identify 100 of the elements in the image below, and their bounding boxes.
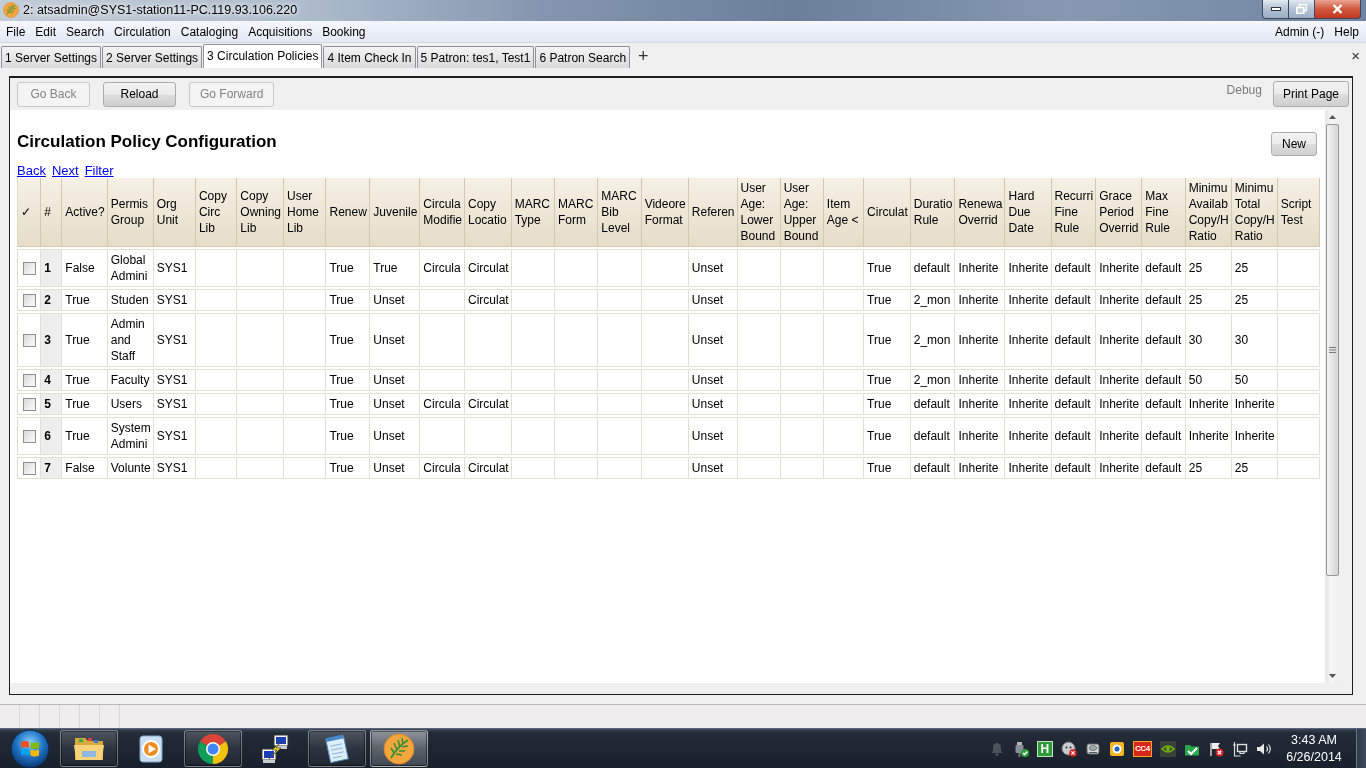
- column-header: Renewa Overrid: [955, 178, 1006, 247]
- row-number: 4: [41, 369, 63, 391]
- table-cell: Inherite: [955, 369, 1006, 391]
- caret-up-icon[interactable]: [1329, 115, 1336, 119]
- row-checkbox[interactable]: [23, 373, 36, 387]
- column-header: Copy Locatio: [465, 178, 512, 247]
- table-cell: Unset: [688, 457, 738, 479]
- restore-button[interactable]: [1289, 0, 1315, 19]
- column-header: MARC Form: [555, 178, 599, 247]
- orb-logo-icon: [10, 728, 50, 768]
- minimize-button[interactable]: [1262, 0, 1289, 19]
- column-header: MARC Bib Level: [598, 178, 642, 247]
- table-cell: default: [1142, 457, 1186, 479]
- column-header: ✓: [17, 178, 42, 247]
- table-cell: Inherite: [955, 457, 1006, 479]
- clock-time: 3:43 AM: [1291, 731, 1337, 749]
- row-checkbox[interactable]: [23, 429, 36, 443]
- table-cell: True: [864, 417, 911, 455]
- menu-item[interactable]: Edit: [30, 22, 62, 41]
- tab[interactable]: 3 Circulation Policies: [203, 44, 323, 68]
- nav-link[interactable]: Back: [17, 163, 46, 178]
- tab[interactable]: 4 Item Check In: [323, 46, 416, 68]
- table-cell: Faculty: [107, 369, 154, 391]
- eye-logo-icon[interactable]: [1160, 740, 1176, 757]
- menu-item[interactable]: Booking: [317, 22, 371, 41]
- table-cell: SYS1: [153, 393, 196, 415]
- clock-date: 6/26/2014: [1286, 748, 1342, 766]
- table-cell: Unset: [688, 393, 738, 415]
- column-header: Org Unit: [153, 178, 196, 247]
- column-header: Juvenile: [370, 178, 421, 247]
- table-cell: True: [864, 249, 911, 287]
- table-cell: True: [62, 289, 108, 311]
- new-tab-button[interactable]: +: [636, 46, 651, 65]
- circle-tile-icon[interactable]: [1108, 740, 1125, 757]
- table-cell: 25: [1185, 289, 1232, 311]
- table-cell: default: [1142, 249, 1186, 287]
- row-checkbox[interactable]: [23, 261, 36, 275]
- app-badge[interactable]: CC4: [1132, 740, 1152, 757]
- menu-item[interactable]: Admin (-): [1269, 22, 1330, 41]
- table-cell: Inherite: [1096, 249, 1143, 287]
- row-number: 3: [41, 313, 63, 367]
- tab[interactable]: 5 Patron: tes1, Test1: [416, 46, 535, 68]
- scrollbar-thumb[interactable]: [1326, 124, 1339, 576]
- table-cell: Inherite: [1096, 369, 1143, 391]
- tab[interactable]: 2 Server Settings: [102, 46, 203, 68]
- vertical-scrollbar[interactable]: [1325, 110, 1340, 683]
- row-checkbox[interactable]: [23, 293, 36, 307]
- table-cell: Inherite: [1005, 457, 1052, 479]
- table-cell: Inherite: [1005, 369, 1052, 391]
- nav-link[interactable]: Next: [51, 163, 79, 178]
- row-checkbox[interactable]: [23, 461, 36, 475]
- taskbar-button[interactable]: [370, 730, 428, 767]
- toolbar-button[interactable]: Reload: [103, 81, 176, 107]
- table-cell: default: [1051, 249, 1097, 287]
- new-button[interactable]: New: [1271, 132, 1317, 156]
- table-cell: Unset: [370, 393, 421, 415]
- flag-x-icon[interactable]: [1208, 740, 1224, 757]
- table-cell: True: [62, 417, 108, 455]
- table-cell: True: [62, 313, 108, 367]
- column-header: MARC Type: [511, 178, 555, 247]
- taskbar-button[interactable]: [184, 730, 242, 767]
- close-tab-button[interactable]: ×: [1350, 48, 1361, 63]
- menu-item[interactable]: Acquisitions: [243, 22, 318, 41]
- face-x-icon[interactable]: [1060, 740, 1077, 757]
- table-cell: 50: [1185, 369, 1232, 391]
- tab[interactable]: 1 Server Settings: [1, 46, 102, 68]
- column-header: Referen: [688, 178, 738, 247]
- table-cell: SYS1: [153, 417, 196, 455]
- menu-item[interactable]: Circulation: [109, 22, 176, 41]
- row-number: 2: [41, 289, 63, 311]
- app-badge[interactable]: H: [1036, 740, 1053, 757]
- table-cell: True: [326, 249, 371, 287]
- minimize-icon: [1270, 7, 1281, 11]
- caret-down-icon[interactable]: [1329, 674, 1336, 678]
- device-icon[interactable]: [1084, 740, 1101, 757]
- table-cell: 2_mon: [910, 369, 956, 391]
- table-cell: True: [326, 369, 371, 391]
- close-icon: [1332, 4, 1343, 14]
- nav-link[interactable]: Filter: [84, 163, 114, 178]
- print-button[interactable]: Print Page: [1272, 81, 1349, 107]
- close-button[interactable]: [1315, 0, 1361, 19]
- show-desktop-button[interactable]: [1356, 729, 1366, 768]
- row-checkbox[interactable]: [23, 397, 36, 411]
- table-cell: Inherite: [955, 313, 1006, 367]
- row-checkbox[interactable]: [23, 333, 36, 347]
- computers-lightning-icon: [259, 732, 291, 765]
- menu-item[interactable]: Help: [1329, 22, 1364, 41]
- network-icon[interactable]: [1232, 740, 1248, 757]
- table-cell: Circulat: [465, 249, 512, 287]
- menu-item[interactable]: Search: [61, 22, 110, 41]
- table-cell: default: [1051, 417, 1097, 455]
- menu-item[interactable]: Cataloging: [175, 22, 244, 41]
- table-cell: Inherite: [1005, 417, 1052, 455]
- column-header: Copy Circ Lib: [195, 178, 238, 247]
- menu-item[interactable]: File: [1, 22, 31, 41]
- taskbar-button[interactable]: [60, 730, 118, 767]
- table-cell: Circulat: [465, 393, 512, 415]
- row-number: 1: [41, 249, 63, 287]
- tab[interactable]: 6 Patron Search: [535, 46, 631, 68]
- taskbar-button[interactable]: [308, 730, 366, 767]
